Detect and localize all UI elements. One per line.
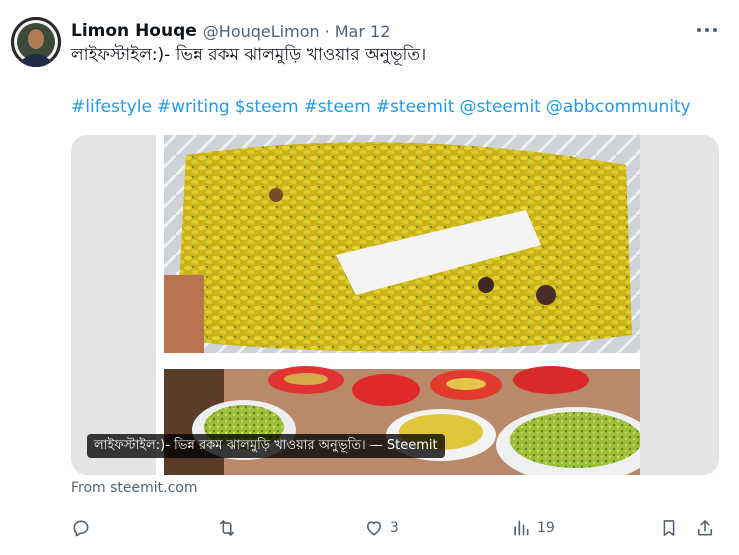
reply-button[interactable]	[71, 512, 97, 544]
views-button[interactable]: 19	[511, 512, 555, 544]
more-icon[interactable]	[695, 22, 719, 38]
views-icon	[514, 520, 529, 536]
tweet-header: Limon Houqe @HouqeLimon · Mar 12	[71, 20, 390, 42]
bookmark-icon	[663, 520, 675, 536]
hashtag-link[interactable]: #steem	[304, 97, 371, 117]
separator-dot: ·	[324, 21, 330, 41]
avatar-image	[11, 17, 61, 67]
share-button[interactable]	[695, 512, 715, 544]
heart-icon	[366, 521, 382, 536]
cashtag-link[interactable]: $steem	[235, 97, 299, 117]
display-name[interactable]: Limon Houqe	[71, 21, 197, 41]
hashtag-list: #lifestyle #writing $steem #steem #steemit @s…	[71, 95, 696, 119]
retweet-icon	[219, 520, 235, 536]
link-card[interactable]: লাইফস্টাইল:)- ভিন্ন রকম ঝালমুড়ি খাওয়ার…	[71, 135, 719, 475]
mention-link[interactable]: @abbcommunity	[546, 97, 691, 117]
hashtag-link[interactable]: #steemit	[376, 97, 455, 117]
food-photo	[156, 135, 640, 475]
share-icon	[697, 520, 713, 536]
tweet-text: লাইফস্টাইল:)- ভিন্ন রকম ঝালমুড়ি খাওয়ার…	[71, 45, 427, 65]
reply-icon	[73, 520, 89, 537]
mention-link[interactable]: @steemit	[459, 97, 540, 117]
like-button[interactable]: 3	[364, 512, 399, 544]
bookmark-button[interactable]	[659, 512, 679, 544]
retweet-button[interactable]	[217, 512, 243, 544]
action-bar: 3 19	[71, 512, 719, 544]
card-image	[156, 135, 640, 475]
card-source[interactable]: From steemit.com	[71, 480, 198, 496]
avatar[interactable]	[11, 17, 61, 67]
user-handle[interactable]: @HouqeLimon	[203, 22, 320, 41]
like-count: 3	[390, 520, 399, 536]
views-count: 19	[537, 520, 555, 536]
hashtag-link[interactable]: #lifestyle	[71, 97, 152, 117]
hashtag-link[interactable]: #writing	[157, 97, 230, 117]
card-title: লাইফস্টাইল:)- ভিন্ন রকম ঝালমুড়ি খাওয়ার…	[87, 434, 445, 458]
tweet-date[interactable]: Mar 12	[335, 22, 391, 41]
